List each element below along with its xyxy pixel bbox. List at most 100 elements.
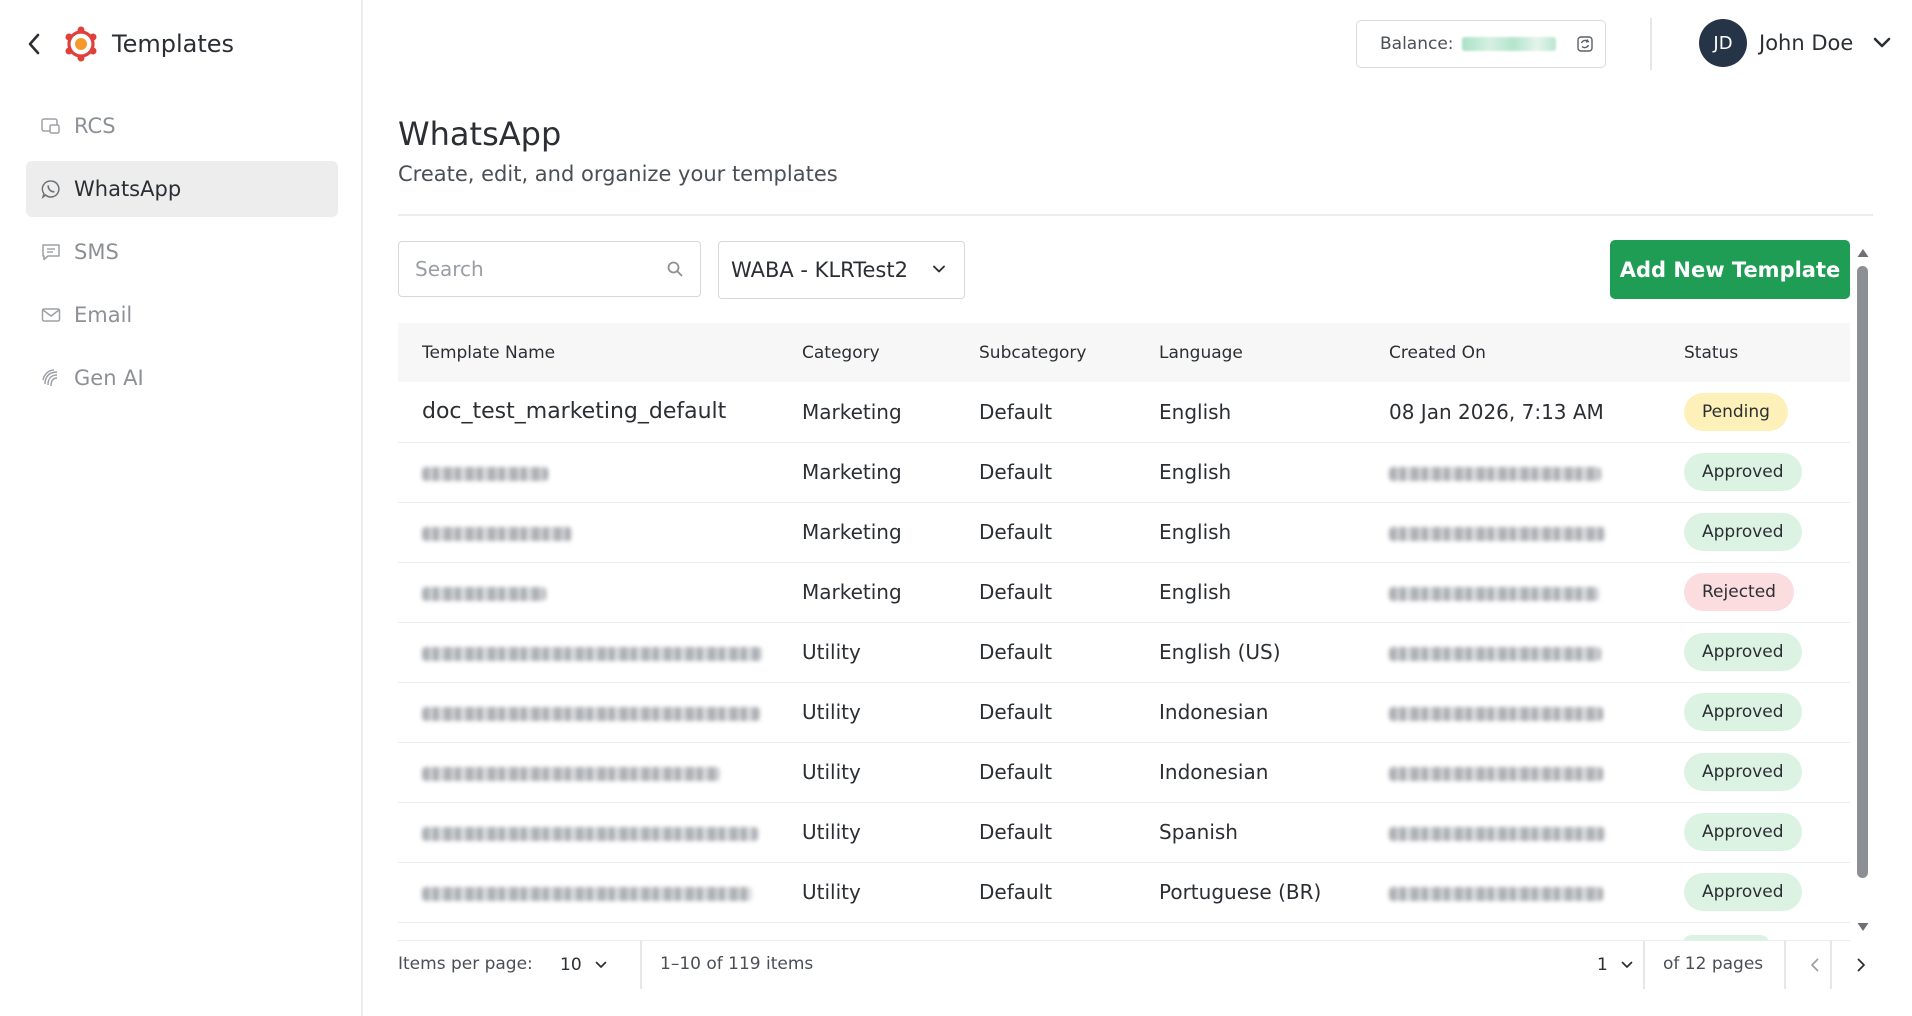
sidebar-item-label: Email	[74, 303, 133, 327]
sms-icon	[40, 241, 62, 263]
template-name-cell[interactable]	[398, 682, 792, 742]
sidebar-item-label: Gen AI	[74, 366, 144, 390]
previous-page-button[interactable]	[1804, 952, 1826, 978]
status-cell: Approved	[1660, 742, 1850, 802]
template-name-cell[interactable]	[398, 502, 792, 562]
sidebar-item-label: SMS	[74, 240, 119, 264]
chevron-left-icon	[28, 33, 40, 55]
category-cell: Marketing	[802, 460, 902, 484]
language-cell: English	[1159, 399, 1232, 424]
status-badge: Approved	[1684, 453, 1802, 491]
search-input[interactable]	[415, 257, 645, 281]
status-badge: Approved	[1684, 873, 1802, 911]
template-name-cell[interactable]	[398, 802, 792, 862]
column-header-created-on[interactable]: Created On	[1365, 323, 1660, 382]
scroll-up-arrow-icon[interactable]	[1856, 247, 1870, 259]
sidebar-item-whatsapp[interactable]: WhatsApp	[26, 161, 338, 217]
table-row[interactable]: doc_test_marketing_default Marketing Def…	[398, 382, 1850, 442]
back-button[interactable]	[22, 24, 46, 64]
status-cell: Approved	[1660, 802, 1850, 862]
table-row[interactable]: Marketing Default English Approved	[398, 442, 1850, 502]
redacted-date	[1389, 766, 1603, 781]
redacted-date	[1389, 886, 1603, 901]
page-number-select[interactable]: 1	[1597, 952, 1634, 978]
template-name-cell[interactable]	[398, 862, 792, 922]
column-header-subcategory[interactable]: Subcategory	[955, 323, 1135, 382]
header-divider	[1650, 18, 1652, 70]
scroll-down-arrow-icon[interactable]	[1856, 921, 1870, 933]
column-header-category[interactable]: Category	[792, 323, 955, 382]
chevron-left-icon	[1811, 958, 1819, 972]
template-name-cell[interactable]	[398, 742, 792, 802]
status-cell: Approved	[1660, 622, 1850, 682]
category-cell: Marketing	[802, 399, 902, 424]
sidebar-header: Templates	[22, 24, 234, 64]
table-row[interactable]: Marketing Default English Rejected	[398, 562, 1850, 622]
refresh-balance-button[interactable]	[1574, 33, 1596, 55]
subcategory-cell: Default	[979, 580, 1053, 604]
footer-separator	[1643, 941, 1645, 989]
next-page-button[interactable]	[1850, 952, 1872, 978]
chevron-down-icon	[933, 265, 945, 273]
balance-label: Balance:	[1380, 34, 1454, 54]
status-badge: Approved	[1684, 633, 1802, 671]
table-row[interactable]: Utility Default Indonesian Approved	[398, 742, 1850, 802]
language-cell: Indonesian	[1159, 700, 1269, 724]
rcs-icon	[40, 115, 62, 137]
sidebar-item-rcs[interactable]: RCS	[26, 98, 338, 154]
sidebar: Templates RCS WhatsApp SMS Email Gen AI	[0, 0, 363, 1016]
chevron-down-icon	[1871, 32, 1893, 54]
template-name-cell[interactable]	[398, 442, 792, 502]
redacted-name	[422, 586, 546, 601]
user-menu[interactable]: JD John Doe	[1699, 19, 1893, 67]
table-row[interactable]: Utility Default Spanish Approved	[398, 802, 1850, 862]
redacted-name	[422, 886, 752, 901]
status-cell: Approved	[1660, 682, 1850, 742]
created-on-cell	[1365, 502, 1660, 562]
status-cell: Approved	[1660, 502, 1850, 562]
header-divider-line	[398, 214, 1873, 216]
balance-value-redacted	[1461, 37, 1556, 51]
status-cell: Approved	[1660, 442, 1850, 502]
scrollbar-thumb[interactable]	[1857, 266, 1868, 878]
category-cell: Utility	[802, 880, 861, 904]
status-badge: Rejected	[1684, 573, 1794, 611]
table-row[interactable]: Utility Default English (US) Approved	[398, 622, 1850, 682]
sidebar-item-sms[interactable]: SMS	[26, 224, 338, 280]
created-on-cell	[1365, 562, 1660, 622]
column-header-language[interactable]: Language	[1135, 323, 1365, 382]
status-badge: Approved	[1684, 693, 1802, 731]
waba-selected-value: WABA - KLRTest2	[731, 258, 908, 282]
whatsapp-icon	[40, 178, 62, 200]
subcategory-cell: Default	[979, 760, 1053, 784]
sidebar-item-email[interactable]: Email	[26, 287, 338, 343]
template-name-cell[interactable]: doc_test_marketing_default	[398, 382, 792, 442]
sidebar-nav: RCS WhatsApp SMS Email Gen AI	[26, 98, 338, 413]
templates-table-container: Template Name Category Subcategory Langu…	[398, 323, 1850, 940]
footer-separator	[1830, 941, 1832, 989]
created-on-cell	[1365, 802, 1660, 862]
created-on-cell: 08 Jan 2026, 7:13 AM	[1389, 399, 1604, 424]
table-row[interactable]: Marketing Default English Approved	[398, 502, 1850, 562]
column-header-status[interactable]: Status	[1660, 323, 1850, 382]
items-per-page-select[interactable]: 10	[560, 952, 608, 978]
waba-select[interactable]: WABA - KLRTest2	[718, 241, 965, 299]
redacted-date	[1389, 466, 1601, 481]
table-row[interactable]: Utility Default Portuguese (BR) Approved	[398, 862, 1850, 922]
template-name-cell[interactable]	[398, 622, 792, 682]
table-row[interactable]: Utility Default Indonesian Approved	[398, 682, 1850, 742]
subcategory-cell: Default	[979, 399, 1053, 424]
created-on-cell	[1365, 682, 1660, 742]
column-header-template-name[interactable]: Template Name	[398, 323, 792, 382]
add-new-template-button[interactable]: Add New Template	[1610, 240, 1850, 299]
items-per-page-value: 10	[560, 955, 582, 975]
sidebar-item-gen-ai[interactable]: Gen AI	[26, 350, 338, 406]
email-icon	[40, 304, 62, 326]
logo-icon	[65, 26, 97, 62]
sidebar-item-label: RCS	[74, 114, 116, 138]
search-icon	[667, 261, 683, 277]
search-box	[398, 241, 701, 297]
created-on-cell	[1365, 622, 1660, 682]
subcategory-cell: Default	[979, 700, 1053, 724]
template-name-cell[interactable]	[398, 562, 792, 622]
